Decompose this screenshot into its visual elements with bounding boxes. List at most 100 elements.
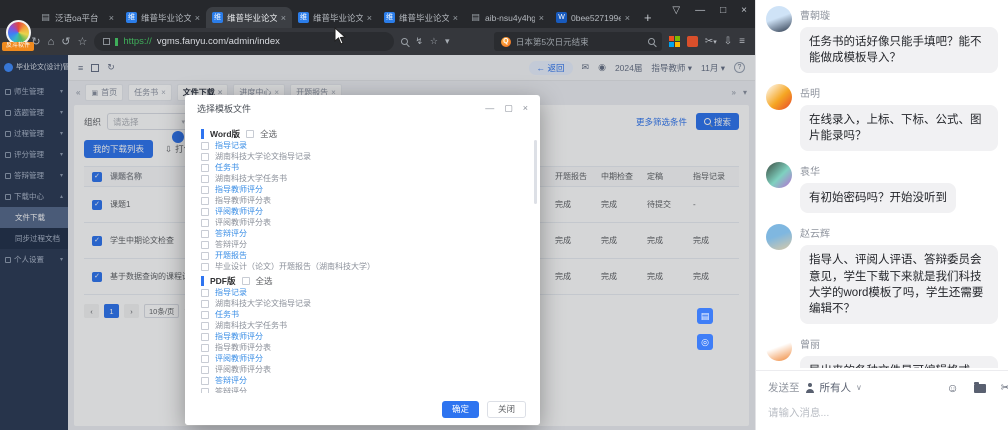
emoji-icon[interactable]: ☺ [947,382,959,394]
modal-list-item[interactable]: 指导记录 [201,140,524,151]
floating-help-button[interactable]: ◎ [697,334,713,350]
menu-icon[interactable]: ≡ [739,36,745,47]
message-input[interactable]: 请输入消息... [768,405,996,420]
modal-list-item[interactable]: 指导教师评分 [201,184,524,195]
close-button[interactable]: 关闭 [487,401,526,418]
close-icon[interactable]: × [523,103,528,114]
scrollbar-thumb[interactable] [534,140,537,204]
modal-list-item[interactable]: 开题报告 [201,250,524,261]
modal-list-item[interactable]: 指导教师评分 [201,331,524,342]
checkbox-unchecked[interactable] [201,366,209,374]
tab-close-icon[interactable]: × [539,13,544,23]
undo-icon[interactable]: ↺ [61,35,70,48]
tab-close-icon[interactable]: × [367,13,372,23]
modal-list-item[interactable]: 指导教师评分表 [201,342,524,353]
browser-tab[interactable]: ▤aib-nsu4y4hg7× [464,7,550,28]
item-label: 答辩评分 [215,386,247,393]
chevron-down-icon[interactable]: ∨ [856,383,862,392]
tab-close-icon[interactable]: × [281,13,286,23]
checkbox-unchecked[interactable] [201,289,209,297]
maximize-icon[interactable]: ▢ [504,103,513,114]
checkbox-unchecked[interactable] [201,208,209,216]
checkbox-unchecked[interactable] [201,230,209,238]
modal-list-item[interactable]: 答辩评分 [201,228,524,239]
file-folder-icon[interactable] [974,384,986,393]
minimize-icon[interactable]: — [485,103,494,114]
checkbox-unchecked[interactable] [201,197,209,205]
modal-list-item[interactable]: 评阅教师评分 [201,353,524,364]
checkbox-unchecked[interactable] [201,300,209,308]
modal-list-item[interactable]: 湖南科技大学论文指导记录 [201,298,524,309]
maximize-icon[interactable]: □ [720,5,726,16]
checkbox-unchecked[interactable] [201,186,209,194]
select-all-checkbox[interactable] [242,277,250,285]
floating-doc-button[interactable]: ▤ [697,308,713,324]
browser-tab[interactable]: 维维普毕业论文(设计× [292,7,378,28]
checkbox-unchecked[interactable] [201,355,209,363]
favorite-star-icon[interactable]: ☆ [430,36,438,47]
message-bubble: 导出来的各种文件是可编辑格式不？这个导出来估计格式是乱的。 [800,356,998,368]
url-bar[interactable]: https:// vgms.fanyu.com/admin/index [94,32,394,51]
browser-tab[interactable]: 维维普毕业论文(设计× [206,7,292,28]
checkbox-unchecked[interactable] [201,164,209,172]
browser-tab[interactable]: W0bee527199ed66× [550,7,636,28]
modal-list-item[interactable]: 答辩评分 [201,386,524,393]
section-title: PDF版 [210,275,236,287]
modal-list-item[interactable]: 任务书 [201,309,524,320]
modal-list-item[interactable]: 指导记录 [201,287,524,298]
modal-list-item[interactable]: 评阅教师评分表 [201,217,524,228]
overlay-app-logo[interactable]: 反斗软件 [2,20,34,51]
workspace-icon[interactable]: ▽ [672,5,680,16]
browser-search-box[interactable]: Q 日本第5次日元结束 [494,32,662,51]
modal-list-item[interactable]: 任务书 [201,162,524,173]
apps-grid-icon[interactable] [669,36,680,47]
minimize-icon[interactable]: — [695,5,705,16]
audience-select[interactable]: 所有人 [820,380,852,395]
confirm-button[interactable]: 确定 [442,401,479,418]
checkbox-unchecked[interactable] [201,241,209,249]
scissors-icon[interactable]: ✂▾ [705,36,717,47]
browser-tab[interactable]: 维维普毕业论文(设计× [378,7,464,28]
home-icon[interactable]: ⌂ [48,36,55,48]
tab-close-icon[interactable]: × [195,13,200,23]
checkbox-unchecked[interactable] [201,175,209,183]
close-icon[interactable]: × [741,5,747,16]
checkbox-unchecked[interactable] [201,344,209,352]
checkbox-unchecked[interactable] [201,322,209,330]
checkbox-unchecked[interactable] [201,219,209,227]
flash-icon[interactable]: ↯ [415,36,423,47]
search-icon[interactable] [648,38,655,45]
modal-list-item[interactable]: 湖南科技大学论文指导记录 [201,151,524,162]
zoom-icon[interactable] [401,38,408,45]
modal-list-item[interactable]: 答辩评分 [201,375,524,386]
extension-icon[interactable] [687,36,698,47]
tab-close-icon[interactable]: × [109,13,114,23]
checkbox-unchecked[interactable] [201,252,209,260]
select-all-checkbox[interactable] [246,130,254,138]
checkbox-unchecked[interactable] [201,142,209,150]
download-icon[interactable]: ⇩ [724,36,732,47]
modal-list-item[interactable]: 毕业设计（论文）开题报告（湖南科技大学） [201,261,524,272]
sender-name: 赵云辉 [800,225,998,240]
chevron-down-icon[interactable]: ▾ [445,36,450,47]
checkbox-unchecked[interactable] [201,153,209,161]
checkbox-unchecked[interactable] [201,263,209,271]
modal-list-item[interactable]: 评阅教师评分 [201,206,524,217]
modal-list-item[interactable]: 湖南科技大学任务书 [201,173,524,184]
checkbox-unchecked[interactable] [201,311,209,319]
tab-close-icon[interactable]: × [625,13,630,23]
new-tab-button[interactable]: + [644,10,652,25]
browser-tab[interactable]: ▤泛语oa平台× [34,7,120,28]
bookmark-star-icon[interactable]: ☆ [77,35,87,48]
checkbox-unchecked[interactable] [201,377,209,385]
scissors-icon[interactable]: ✂ [1001,381,1008,394]
browser-tab[interactable]: 维维普毕业论文(设计× [120,7,206,28]
tab-close-icon[interactable]: × [453,13,458,23]
modal-list-item[interactable]: 湖南科技大学任务书 [201,320,524,331]
modal-list-item[interactable]: 指导教师评分表 [201,195,524,206]
modal-list-item[interactable]: 答辩评分 [201,239,524,250]
checkbox-unchecked[interactable] [201,333,209,341]
select-all-label: 全选 [256,275,273,287]
modal-list-item[interactable]: 评阅教师评分表 [201,364,524,375]
chat-message: 赵云辉指导人、评阅人评语、答辩委员会意见，学生下载下来就是我们科技大学的word… [766,224,998,323]
